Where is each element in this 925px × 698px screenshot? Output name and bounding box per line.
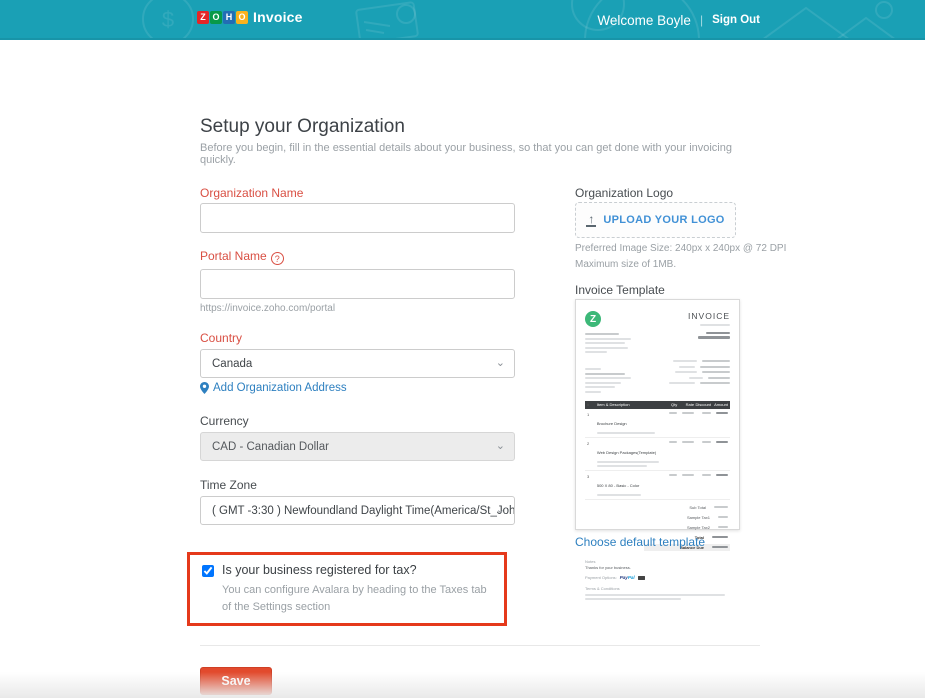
template-company-logo: Z <box>585 311 601 327</box>
col-amount: Amount <box>711 402 728 407</box>
tax-registered-label[interactable]: Is your business registered for tax? <box>222 563 417 577</box>
choose-default-template-link[interactable]: Choose default template <box>575 535 705 549</box>
section-divider <box>200 645 760 646</box>
header-decorative-shapes: $ <box>0 0 925 40</box>
item-desc: 500 X 80 - Basic - Color <box>597 474 660 496</box>
invoice-template-preview[interactable]: Z INVOICE <box>575 299 740 530</box>
setup-form: Setup your Organization Before you begin… <box>0 40 925 672</box>
item-name: Brochure Design <box>597 421 627 426</box>
product-name: Invoice <box>253 9 303 25</box>
terms-label: Terms & Conditions <box>585 586 730 591</box>
template-item-row: 2 Web Design Packages(Template) <box>585 438 730 471</box>
template-terms: Terms & Conditions <box>585 586 730 600</box>
svg-text:$: $ <box>162 7 174 32</box>
item-index: 1 <box>587 412 597 417</box>
zoho-invoice-setup-screen: $ Z O H O Invoice Welcome Boyle <box>0 0 925 698</box>
currency-value: CAD - Canadian Dollar <box>212 441 329 453</box>
payment-label: Payment Options: <box>585 575 617 580</box>
timezone-select[interactable]: ( GMT -3:30 ) Newfoundland Daylight Time… <box>200 496 515 525</box>
item-index: 3 <box>587 474 597 479</box>
tax-registered-description: You can configure Avalara by heading to … <box>222 582 490 615</box>
tax-registered-checkbox[interactable] <box>202 565 214 577</box>
bottom-gradient <box>0 672 925 698</box>
add-address-link-text: Add Organization Address <box>213 382 347 394</box>
item-index: 2 <box>587 441 597 446</box>
image-size-hint: Preferred Image Size: 240px x 240px @ 72… <box>575 243 786 254</box>
timezone-label: Time Zone <box>200 478 257 492</box>
zoho-logo-letter-o1: O <box>210 11 222 24</box>
upload-logo-button[interactable]: ↑ UPLOAD YOUR LOGO <box>575 202 736 238</box>
col-qty: Qty <box>660 402 677 407</box>
col-rate: Rate <box>677 402 694 407</box>
template-items-table: # Item & Description Qty Rate Discount A… <box>585 401 730 500</box>
chevron-down-icon: ⌄ <box>496 438 505 451</box>
organization-logo-label: Organization Logo <box>575 186 673 200</box>
country-value: Canada <box>212 358 252 370</box>
template-table-header: # Item & Description Qty Rate Discount A… <box>585 401 730 409</box>
notes-text: Thanks for your business. <box>585 565 730 570</box>
template-invoice-meta <box>669 360 730 393</box>
template-balance-block <box>688 332 730 339</box>
timezone-value: ( GMT -3:30 ) Newfoundland Daylight Time… <box>212 505 515 517</box>
portal-name-input[interactable] <box>200 269 515 299</box>
upload-logo-text: UPLOAD YOUR LOGO <box>603 214 724 226</box>
chevron-down-icon: ⌄ <box>496 355 505 368</box>
zoho-logo-letter-o2: O <box>236 11 248 24</box>
template-invoice-head: INVOICE <box>688 311 730 339</box>
currency-label: Currency <box>200 414 249 428</box>
tax-registration-section: Is your business registered for tax? You… <box>202 563 494 615</box>
col-discount: Discount <box>694 402 711 407</box>
template-item-row: 1 Brochure Design <box>585 409 730 438</box>
notes-label: Notes <box>585 559 730 564</box>
app-header: $ Z O H O Invoice Welcome Boyle <box>0 0 925 40</box>
add-organization-address-link[interactable]: Add Organization Address <box>200 382 347 394</box>
template-invoice-title: INVOICE <box>688 311 730 321</box>
zoho-logo-letter-z: Z <box>197 11 209 24</box>
save-button[interactable]: Save <box>200 667 272 695</box>
organization-name-label: Organization Name <box>200 186 303 200</box>
template-billto-block <box>585 368 631 393</box>
card-icon <box>638 576 645 580</box>
item-name: Web Design Packages(Template) <box>597 450 656 455</box>
invoice-template-label: Invoice Template <box>575 283 665 297</box>
sign-out-link[interactable]: Sign Out <box>712 14 760 26</box>
paypal-logo: PayPal <box>620 575 635 580</box>
map-pin-icon <box>200 382 209 394</box>
page-subtitle: Before you begin, fill in the essential … <box>200 142 745 166</box>
col-item: Item & Description <box>597 402 660 407</box>
portal-url-hint: https://invoice.zoho.com/portal <box>200 303 335 314</box>
help-icon[interactable]: ? <box>271 252 284 265</box>
user-separator: | <box>700 13 703 27</box>
zoho-invoice-logo[interactable]: Z O H O Invoice <box>197 9 303 25</box>
welcome-text: Welcome Boyle <box>597 13 691 28</box>
item-desc: Web Design Packages(Template) <box>597 441 660 467</box>
template-company-block: Z <box>585 311 631 353</box>
col-hash: # <box>587 402 597 407</box>
item-name: 500 X 80 - Basic - Color <box>597 483 639 488</box>
currency-select: CAD - Canadian Dollar ⌄ <box>200 432 515 461</box>
country-select[interactable]: Canada ⌄ <box>200 349 515 378</box>
user-area: Welcome Boyle | Sign Out <box>597 0 760 40</box>
template-payment-options: Payment Options: PayPal <box>585 575 730 580</box>
page-title: Setup your Organization <box>200 116 405 138</box>
template-item-row: 3 500 X 80 - Basic - Color <box>585 471 730 500</box>
upload-icon: ↑ <box>586 214 596 227</box>
template-meta-block <box>585 360 730 393</box>
template-notes: Notes Thanks for your business. <box>585 559 730 571</box>
organization-name-input[interactable] <box>200 203 515 233</box>
max-size-hint: Maximum size of 1MB. <box>575 259 676 270</box>
zoho-logo-tiles: Z O H O <box>197 11 248 24</box>
zoho-logo-letter-h: H <box>223 11 235 24</box>
template-company-address <box>585 333 631 353</box>
country-label: Country <box>200 331 242 345</box>
portal-name-label: Portal Name? <box>200 249 284 265</box>
item-desc: Brochure Design <box>597 412 660 434</box>
portal-name-label-text: Portal Name <box>200 249 267 263</box>
